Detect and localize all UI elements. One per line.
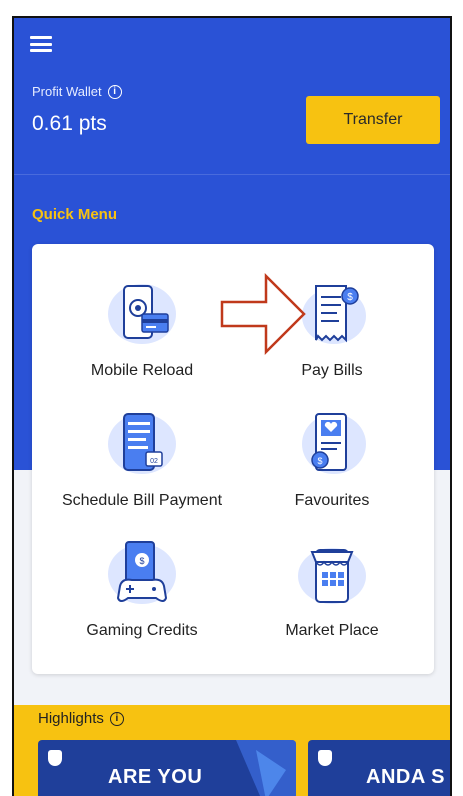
header-divider — [14, 174, 450, 175]
quick-menu-card: Mobile Reload $ Pay Bills 02 Schedule Bi… — [32, 244, 434, 674]
annotation-arrow — [220, 272, 306, 356]
schedule-bill-icon: 02 — [108, 413, 176, 474]
wallet-balance: 0.61 pts — [32, 112, 107, 135]
menu-item-label: Market Place — [285, 622, 379, 639]
quick-menu-market-place[interactable]: Market Place — [232, 534, 432, 640]
svg-text:$: $ — [139, 556, 144, 566]
menu-item-label: Mobile Reload — [90, 362, 194, 379]
quick-menu-mobile-reload[interactable]: Mobile Reload — [42, 274, 242, 380]
banner-text: ARE YOU — [108, 766, 203, 788]
banner-text: ANDA S — [366, 766, 445, 788]
svg-text:$: $ — [317, 456, 322, 466]
app-screen: Profit Wallet i 0.61 pts Transfer Quick … — [12, 16, 452, 796]
mobile-reload-icon — [108, 284, 176, 344]
info-icon[interactable]: i — [109, 711, 124, 726]
banner-decoration — [236, 740, 296, 796]
quick-menu-schedule-bill-payment[interactable]: 02 Schedule Bill Payment — [42, 404, 242, 510]
menu-item-label: Pay Bills — [301, 362, 363, 379]
shield-icon — [48, 750, 62, 766]
svg-text:$: $ — [347, 292, 353, 303]
profit-wallet-label: Profit Wallet i — [32, 84, 122, 99]
quick-menu-favourites[interactable]: $ Favourites — [232, 404, 432, 510]
highlight-banner[interactable]: ARE YOU — [38, 740, 296, 796]
info-icon[interactable]: i — [107, 84, 122, 99]
highlight-banner[interactable]: ANDA S — [308, 740, 450, 796]
transfer-button[interactable]: Transfer — [306, 96, 440, 144]
hamburger-icon[interactable] — [30, 36, 52, 52]
quick-menu-title: Quick Menu — [32, 206, 118, 223]
highlights-title: Highlights i — [38, 710, 124, 727]
shield-icon — [318, 750, 332, 766]
svg-text:02: 02 — [150, 458, 158, 465]
gaming-credits-icon: $ — [108, 541, 176, 604]
quick-menu-gaming-credits[interactable]: $ Gaming Credits — [42, 534, 242, 640]
menu-item-label: Schedule Bill Payment — [61, 492, 223, 509]
favourites-icon: $ — [302, 413, 366, 474]
highlights-text: Highlights — [38, 710, 104, 727]
menu-item-label: Favourites — [294, 492, 370, 509]
market-place-icon — [298, 548, 366, 604]
menu-item-label: Gaming Credits — [86, 622, 198, 639]
profit-wallet-text: Profit Wallet — [32, 84, 102, 99]
